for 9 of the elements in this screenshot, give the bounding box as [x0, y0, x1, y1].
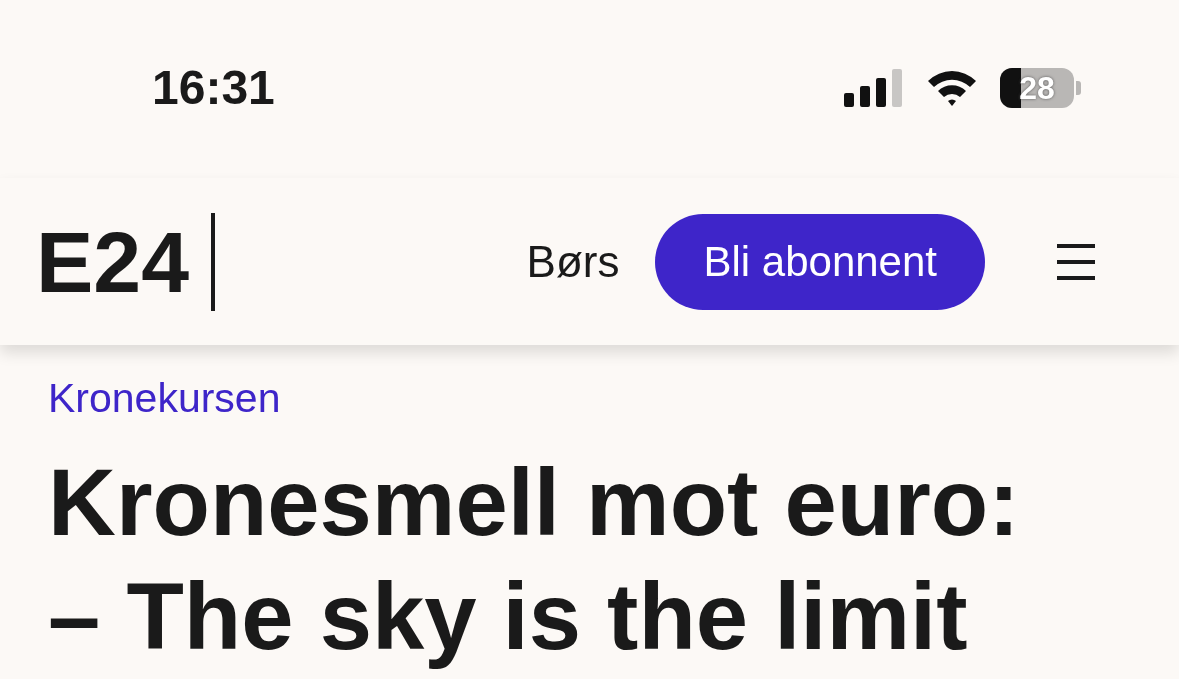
headline: Kronesmell mot euro: – The sky is the limit: [48, 449, 1021, 671]
menu-icon[interactable]: [1057, 243, 1095, 280]
subscribe-button[interactable]: Bli abonnent: [655, 213, 985, 310]
signal-icon: [844, 69, 904, 107]
nav-link[interactable]: Børs: [526, 236, 620, 287]
category-link[interactable]: Kronekursen: [48, 375, 1131, 422]
wifi-icon: [926, 69, 978, 107]
logo[interactable]: E24: [36, 218, 190, 305]
status-time: 16:31: [152, 60, 275, 115]
